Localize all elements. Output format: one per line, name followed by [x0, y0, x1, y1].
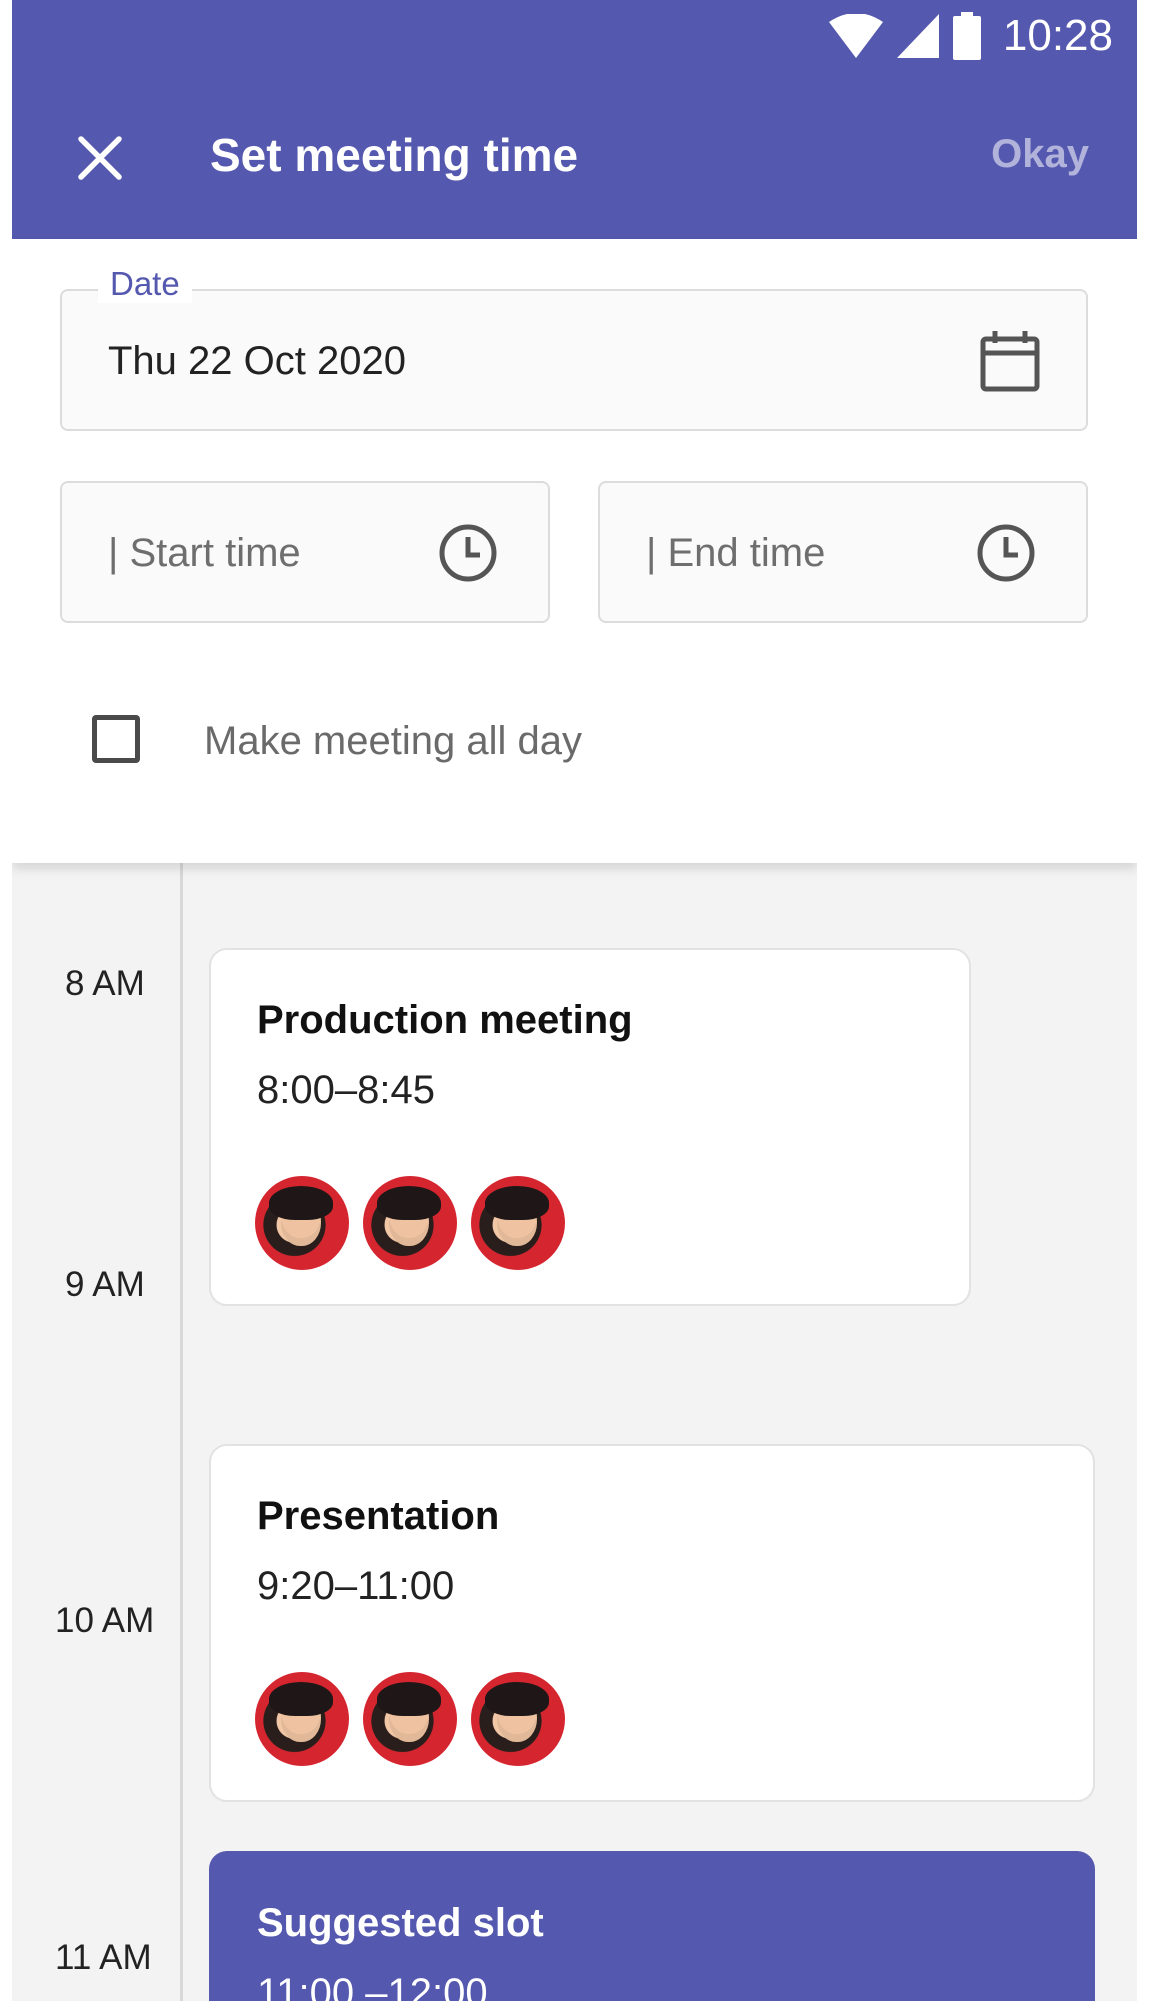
status-bar: 10:28 [828, 10, 1113, 62]
suggested-slot-title: Suggested slot [257, 1901, 544, 1945]
attendee-list [255, 1176, 565, 1270]
avatar [471, 1176, 565, 1270]
avatar [471, 1672, 565, 1766]
date-value: Thu 22 Oct 2020 [108, 339, 406, 383]
clock-icon[interactable] [438, 523, 498, 583]
signal-icon [896, 14, 939, 58]
hour-label-8am: 8 AM [65, 964, 145, 1003]
suggested-slot-time: 11:00 –12:00 [257, 1971, 488, 2001]
avatar [363, 1176, 457, 1270]
okay-button[interactable]: Okay [991, 132, 1089, 177]
start-time-field[interactable]: | Start time [60, 481, 550, 623]
battery-icon [952, 12, 981, 60]
avatar [255, 1672, 349, 1766]
date-field[interactable]: Date Thu 22 Oct 2020 [60, 265, 1088, 431]
event-time: 8:00–8:45 [257, 1068, 435, 1112]
status-time: 10:28 [1002, 11, 1113, 60]
close-icon [78, 136, 122, 180]
app-bar: 10:28 Set meeting time Okay [12, 0, 1137, 239]
event-card[interactable]: Production meeting 8:00–8:45 [209, 948, 971, 1306]
page-title: Set meeting time [210, 129, 579, 181]
all-day-checkbox[interactable] [92, 715, 140, 763]
wifi-icon [828, 14, 883, 58]
event-time: 9:20–11:00 [257, 1564, 455, 1608]
timeline-divider [180, 863, 183, 2001]
hour-label-11am: 11 AM [55, 1938, 152, 1977]
start-time-placeholder: | Start time [108, 531, 301, 575]
app-screen: 10:28 Set meeting time Okay Date Thu 22 … [12, 0, 1137, 2001]
calendar-icon[interactable] [980, 329, 1040, 393]
date-label: Date [98, 265, 192, 303]
event-title: Presentation [257, 1494, 500, 1538]
end-time-field[interactable]: | End time [598, 481, 1088, 623]
avatar [363, 1672, 457, 1766]
meeting-form: Date Thu 22 Oct 2020 | Start time | End … [12, 239, 1137, 863]
avatar [255, 1176, 349, 1270]
event-title: Production meeting [257, 998, 633, 1042]
suggested-slot-card[interactable]: Suggested slot 11:00 –12:00 [209, 1851, 1095, 2001]
hour-label-9am: 9 AM [65, 1265, 145, 1304]
hour-label-10am: 10 AM [55, 1601, 155, 1640]
event-card[interactable]: Presentation 9:20–11:00 [209, 1444, 1095, 1802]
close-button[interactable] [70, 128, 130, 188]
end-time-placeholder: | End time [646, 531, 826, 575]
all-day-label: Make meeting all day [204, 719, 582, 763]
attendee-list [255, 1672, 565, 1766]
clock-icon[interactable] [976, 523, 1036, 583]
